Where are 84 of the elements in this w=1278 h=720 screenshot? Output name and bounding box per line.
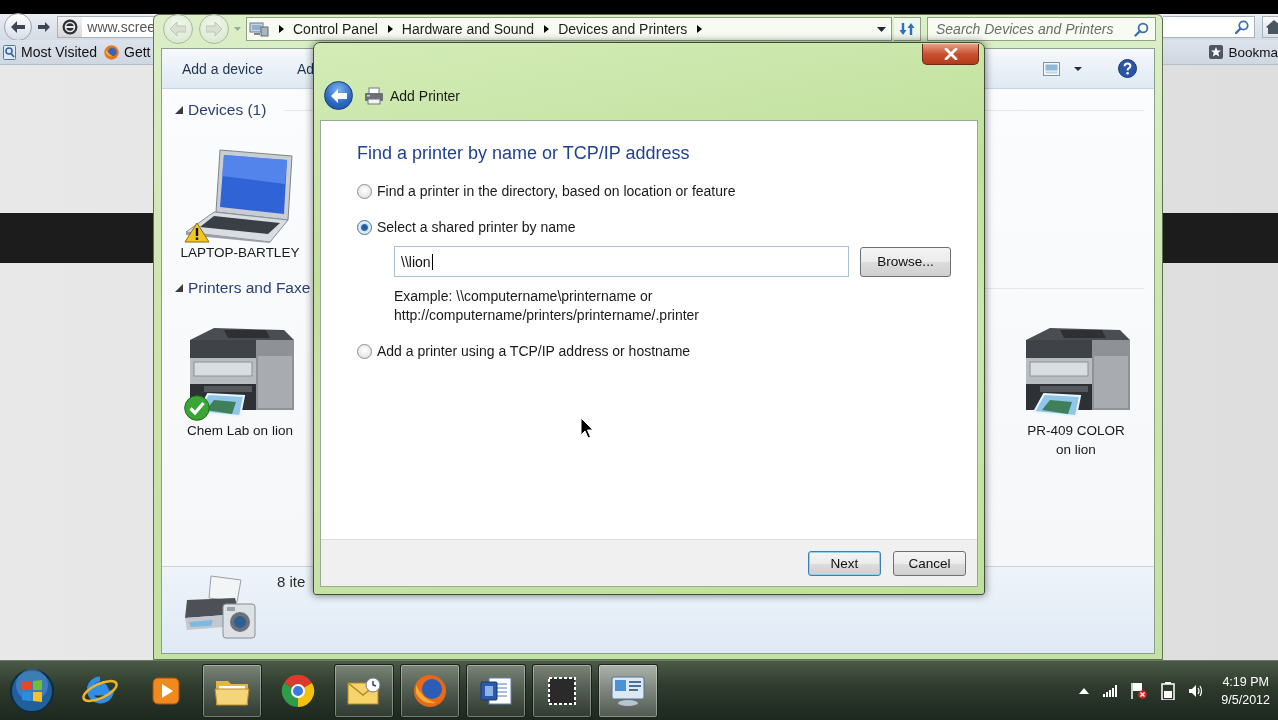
house-icon bbox=[1266, 20, 1278, 34]
forward-arrow-icon bbox=[38, 22, 50, 32]
view-icon[interactable] bbox=[1043, 61, 1060, 76]
radio-button[interactable] bbox=[357, 343, 372, 359]
breadcrumb-arrow-icon[interactable] bbox=[544, 25, 550, 33]
refresh-button[interactable] bbox=[894, 17, 921, 41]
dialog-button[interactable]: Cancel bbox=[893, 550, 966, 576]
search-icon bbox=[1134, 21, 1149, 37]
search-icon bbox=[1235, 20, 1249, 34]
clock-time[interactable]: 4:19 PM bbox=[1222, 672, 1269, 691]
address-bar[interactable]: Control Panel Hardware and Sound Devices and Printers bbox=[246, 17, 892, 41]
text-cursor-icon bbox=[431, 253, 433, 270]
back-arrow-icon bbox=[170, 22, 186, 36]
device-item[interactable]: PR-409 COLOR on lion bbox=[1020, 326, 1132, 459]
flag-icon[interactable] bbox=[1131, 682, 1148, 699]
group-header[interactable]: Devices (1) bbox=[175, 101, 267, 119]
home-button[interactable] bbox=[1262, 16, 1278, 38]
site-icon bbox=[62, 19, 79, 35]
back-arrow-icon bbox=[11, 21, 25, 33]
taskbar-button[interactable] bbox=[532, 663, 592, 718]
browser-search-field[interactable] bbox=[1163, 16, 1255, 38]
group-header[interactable]: Printers and Faxe bbox=[175, 279, 311, 297]
back-button[interactable] bbox=[324, 81, 353, 110]
laptop-icon bbox=[184, 148, 296, 243]
refresh-icon bbox=[899, 22, 915, 36]
forward-arrow-icon bbox=[206, 22, 222, 36]
breadcrumb-item[interactable]: Hardware and Sound bbox=[401, 21, 535, 37]
instruction-heading: Find a printer by name or TCP/IP address bbox=[357, 142, 691, 165]
printer-name-field[interactable]: \\lion bbox=[394, 246, 849, 277]
breadcrumb-arrow-icon[interactable] bbox=[697, 25, 703, 33]
radio-option[interactable]: Find a printer in the directory, based on location or feature bbox=[357, 181, 957, 201]
taskbar-button[interactable] bbox=[466, 663, 526, 718]
browser-icon bbox=[280, 672, 316, 709]
mouse-pointer-icon bbox=[580, 417, 594, 439]
example-text: Example: \\computername\printername or http://computername/printers/printername/.printer bbox=[394, 287, 701, 325]
caret-icon[interactable] bbox=[877, 26, 886, 32]
browse-button[interactable]: Browse... bbox=[860, 246, 951, 277]
expand-triangle-icon[interactable] bbox=[175, 284, 183, 292]
device-item[interactable]: Chem Lab on lion bbox=[184, 326, 296, 459]
expand-triangle-icon[interactable] bbox=[175, 106, 183, 114]
help-icon[interactable] bbox=[1118, 59, 1137, 78]
forward-button[interactable] bbox=[199, 14, 229, 44]
taskbar-button[interactable] bbox=[598, 663, 658, 718]
taskbar-button[interactable] bbox=[400, 663, 460, 718]
dialog-title: Add Printer bbox=[390, 87, 461, 104]
globe-icon bbox=[104, 44, 119, 60]
printer-icon bbox=[364, 86, 384, 105]
battery-icon[interactable] bbox=[1161, 681, 1176, 700]
close-icon bbox=[943, 48, 958, 60]
breadcrumb-arrow-icon[interactable] bbox=[279, 25, 284, 33]
printer-camera-icon bbox=[183, 574, 259, 642]
toolbar-button[interactable]: Add a device bbox=[182, 60, 263, 77]
globe-icon bbox=[412, 672, 448, 709]
toolbar-button[interactable]: Ad bbox=[296, 60, 315, 77]
address-field[interactable]: www.scree bbox=[57, 16, 155, 38]
close-button[interactable] bbox=[922, 44, 979, 65]
radio-button[interactable] bbox=[357, 219, 372, 235]
speaker-icon[interactable] bbox=[1189, 683, 1204, 698]
search-field[interactable]: Search Devices and Printers bbox=[927, 17, 1156, 41]
back-arrow-icon bbox=[330, 88, 347, 103]
breadcrumb-item[interactable]: Devices and Printers bbox=[558, 21, 688, 37]
monitor-icon bbox=[249, 21, 269, 37]
up-arrow-icon[interactable] bbox=[1079, 687, 1090, 694]
breadcrumb-item[interactable]: Control Panel bbox=[293, 21, 378, 37]
bookmark-page-icon bbox=[3, 44, 16, 60]
envelope-icon bbox=[346, 674, 382, 707]
bookmarks-menu[interactable]: Bookma bbox=[1209, 44, 1278, 60]
start-button[interactable] bbox=[9, 667, 55, 714]
signal-icon[interactable] bbox=[1103, 684, 1118, 697]
taskbar-button[interactable] bbox=[334, 663, 394, 718]
bookmark-link[interactable]: Most Visited bbox=[3, 44, 97, 60]
monitor-icon bbox=[610, 673, 646, 708]
radio-option[interactable]: Select a shared printer by name bbox=[357, 217, 957, 237]
play-icon bbox=[150, 674, 182, 707]
radio-option[interactable]: Add a printer using a TCP/IP address or hostname bbox=[357, 341, 957, 361]
clock-date[interactable]: 9/5/2012 bbox=[1221, 690, 1270, 709]
item-count: 8 ite bbox=[277, 573, 306, 590]
bookmark-link[interactable]: Gett bbox=[104, 44, 151, 60]
breadcrumb-arrow-icon[interactable] bbox=[387, 25, 393, 33]
back-button[interactable] bbox=[4, 13, 32, 41]
taskbar-button[interactable] bbox=[202, 663, 262, 718]
radio-button[interactable] bbox=[357, 183, 372, 199]
dialog-button[interactable]: Next bbox=[808, 550, 881, 576]
star-icon bbox=[1209, 45, 1224, 59]
